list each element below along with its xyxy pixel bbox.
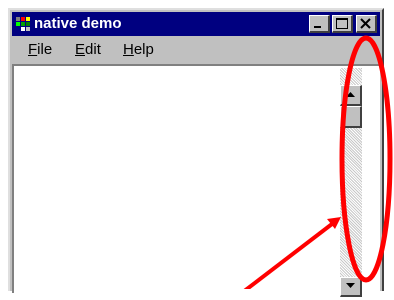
app-window: native demo File Edit Help (8, 8, 384, 297)
vertical-scrollbar[interactable] (340, 68, 362, 297)
menu-help-label: elp (133, 41, 154, 58)
arrow-down-icon (346, 283, 355, 288)
window-title: native demo (34, 15, 122, 32)
menu-edit-label: dit (85, 41, 101, 58)
scroll-down-button[interactable] (340, 277, 362, 297)
menu-file-mnemonic: F (28, 41, 38, 58)
menu-file-label: ile (37, 41, 53, 58)
menu-help-mnemonic: H (123, 41, 134, 58)
menu-edit[interactable]: Edit (75, 41, 101, 58)
arrow-up-icon (346, 92, 355, 97)
close-icon (360, 18, 371, 29)
menu-file[interactable]: File (28, 41, 52, 58)
maximize-button[interactable] (332, 15, 353, 33)
menu-bar: File Edit Help (12, 38, 380, 60)
scroll-up-button[interactable] (340, 85, 362, 106)
scroll-thumb[interactable] (340, 106, 362, 128)
minimize-button[interactable] (309, 15, 330, 33)
title-bar[interactable]: native demo (12, 12, 380, 36)
menu-edit-mnemonic: E (75, 41, 86, 58)
minimize-icon (314, 26, 321, 28)
close-button[interactable] (356, 15, 377, 33)
app-icon (16, 17, 30, 31)
client-area[interactable] (12, 64, 380, 297)
maximize-icon (336, 18, 348, 29)
menu-help[interactable]: Help (123, 41, 154, 58)
